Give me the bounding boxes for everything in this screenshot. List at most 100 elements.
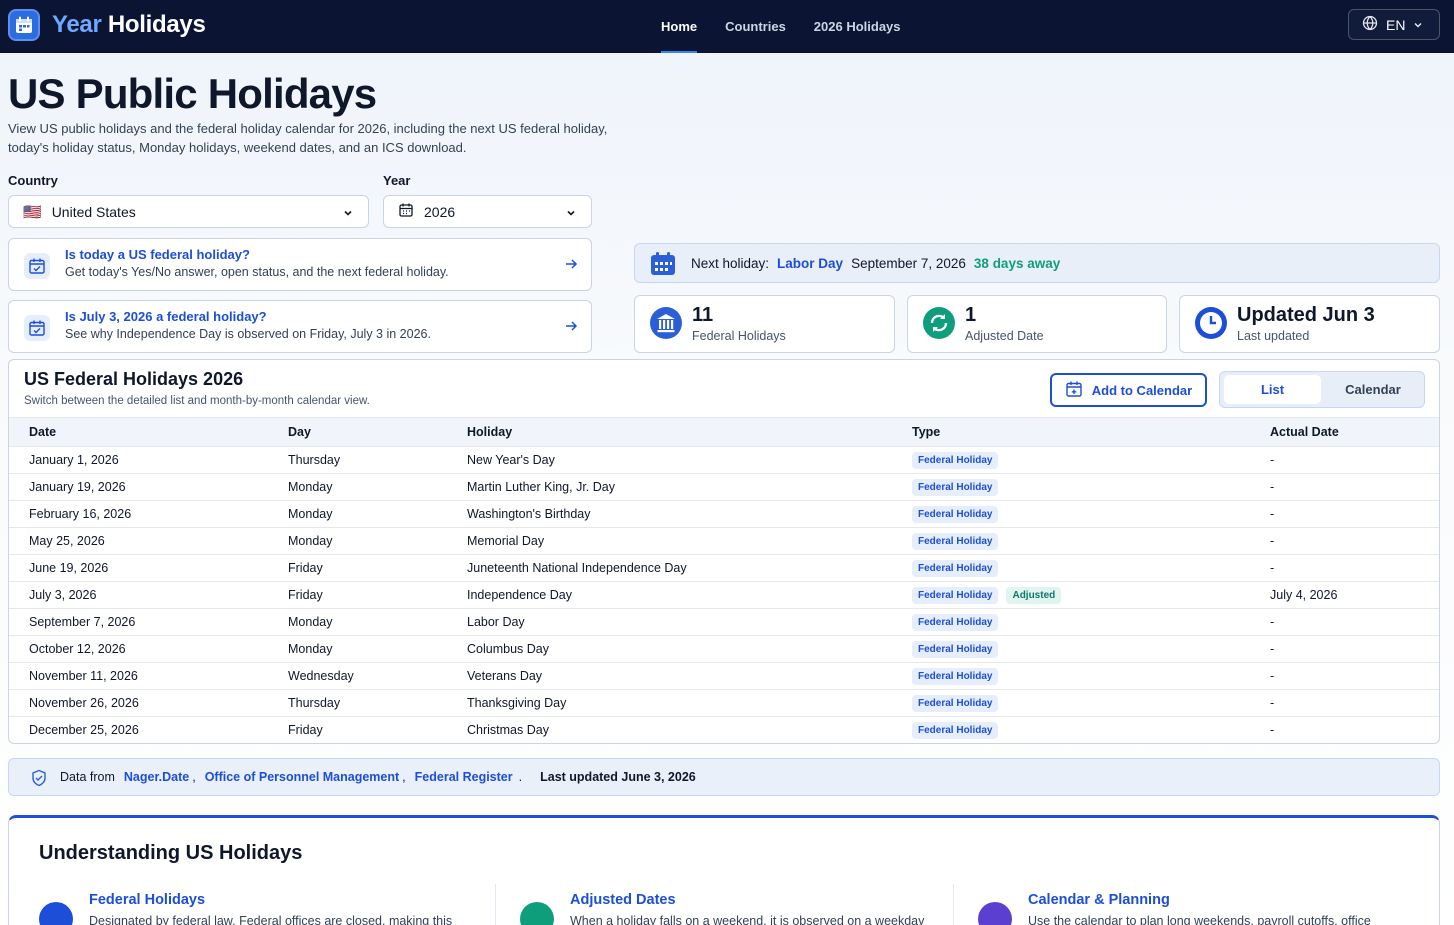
nav-link-countries[interactable]: Countries bbox=[711, 0, 800, 53]
table-row: May 25, 2026 Monday Memorial Day Federal Ho… bbox=[9, 527, 1439, 555]
column-divider bbox=[953, 884, 954, 925]
globe-icon bbox=[1362, 15, 1378, 34]
cell-holiday: Martin Luther King, Jr. Day bbox=[447, 473, 892, 501]
source-link-federal-register[interactable]: Federal Register bbox=[415, 770, 513, 784]
nav-links: Home Countries 2026 Holidays bbox=[647, 0, 915, 53]
cell-actual-date: - bbox=[1250, 473, 1439, 501]
cell-day: Friday bbox=[268, 554, 447, 582]
type-badge: Federal Holiday bbox=[912, 640, 999, 658]
cell-holiday: Juneteenth National Independence Day bbox=[447, 554, 892, 582]
holidays-table-panel: US Federal Holidays 2026 Switch between … bbox=[8, 359, 1440, 744]
refresh-icon bbox=[520, 902, 554, 925]
brand-name[interactable]: Year Holidays bbox=[52, 11, 206, 39]
cell-date: June 19, 2026 bbox=[9, 554, 268, 582]
cell-type: Federal Holiday bbox=[892, 635, 1250, 663]
page-description: View US public holidays and the federal … bbox=[8, 121, 608, 155]
country-value: United States bbox=[51, 203, 136, 220]
type-badge: Federal Holiday bbox=[912, 478, 999, 496]
cell-holiday: Christmas Day bbox=[467, 723, 549, 738]
type-badge: Federal Holiday bbox=[912, 721, 999, 739]
page-title: US Public Holidays bbox=[8, 70, 377, 117]
cell-type: Federal Holiday bbox=[892, 527, 1250, 555]
column-header-date[interactable]: Date bbox=[9, 417, 268, 447]
separator: , bbox=[192, 770, 196, 784]
type-badge: Federal Holiday bbox=[912, 613, 999, 631]
brand-accent: Year bbox=[52, 11, 102, 38]
cell-day: Thursday bbox=[268, 446, 447, 474]
question-title: Is today a US federal holiday? bbox=[65, 247, 250, 262]
understanding-item-title[interactable]: Calendar & Planning bbox=[1028, 892, 1170, 908]
understanding-item-text: Use the calendar to plan long weekends, … bbox=[1028, 914, 1371, 925]
stat-value: Updated Jun 3 bbox=[1237, 304, 1375, 326]
brand-rest: Holidays bbox=[101, 11, 206, 38]
add-to-calendar-button[interactable]: Add to Calendar bbox=[1050, 373, 1207, 407]
year-select[interactable]: 2026 bbox=[383, 195, 592, 228]
stat-last-updated: Updated Jun 3 Last updated bbox=[1179, 295, 1440, 353]
question-subtitle: See why Independence Day is observed on … bbox=[65, 327, 431, 341]
cell-actual-date: - bbox=[1250, 662, 1439, 690]
table-header-row: Date Day Holiday Type Actual Date bbox=[9, 417, 1439, 447]
clock-icon bbox=[1195, 307, 1227, 339]
table-row: November 26, 2026 Thursday Thanksgiving Da… bbox=[9, 689, 1439, 717]
understanding-section: Understanding US Holidays Federal Holida… bbox=[8, 815, 1440, 925]
sources-updated: Last updated June 3, 2026 bbox=[540, 770, 696, 784]
question-card-july-3[interactable]: Is July 3, 2026 a federal holiday? See w… bbox=[8, 300, 592, 353]
source-link-opm[interactable]: Office of Personnel Management bbox=[205, 770, 399, 784]
cell-date: May 25, 2026 bbox=[9, 527, 268, 555]
language-label: EN bbox=[1386, 16, 1406, 33]
cell-type: Federal Holiday Adjusted bbox=[892, 581, 1250, 609]
view-calendar-button[interactable]: Calendar bbox=[1324, 375, 1422, 404]
cell-type: Federal Holiday bbox=[892, 662, 1250, 690]
stat-adjusted-date: 1 Adjusted Date bbox=[907, 295, 1167, 353]
sources-prefix: Data from bbox=[60, 770, 115, 784]
refresh-icon bbox=[923, 307, 955, 339]
column-header-holiday[interactable]: Holiday bbox=[447, 417, 892, 447]
next-holiday-date: September 7, 2026 bbox=[851, 255, 966, 271]
question-subtitle: Get today's Yes/No answer, open status, … bbox=[65, 265, 449, 279]
cell-type: Federal Holiday bbox=[892, 446, 1250, 474]
next-holiday-countdown: 38 days away bbox=[973, 255, 1061, 271]
view-toggle: List Calendar bbox=[1219, 371, 1425, 408]
table-row: January 19, 2026 Monday Martin Luther King… bbox=[9, 473, 1439, 501]
next-holiday-bar: Next holiday: Labor Day September 7, 202… bbox=[634, 243, 1440, 283]
stat-label: Adjusted Date bbox=[965, 329, 1044, 343]
cell-date: September 7, 2026 bbox=[9, 608, 268, 636]
calendar-icon bbox=[398, 202, 414, 221]
language-selector[interactable]: EN bbox=[1348, 9, 1440, 40]
table-row: January 1, 2026 Thursday New Year's Day Fed… bbox=[9, 446, 1439, 474]
building-icon bbox=[39, 902, 73, 925]
calendar-plus-icon bbox=[1065, 380, 1083, 401]
understanding-item-title[interactable]: Federal Holidays bbox=[89, 892, 205, 908]
column-header-actual-date[interactable]: Actual Date bbox=[1250, 417, 1439, 447]
cell-actual-date: - bbox=[1250, 554, 1439, 582]
source-link-nager[interactable]: Nager.Date bbox=[124, 770, 189, 784]
calendar-check-icon bbox=[24, 315, 50, 341]
next-holiday-label: Next holiday: bbox=[691, 255, 770, 271]
table-row: December 25, 2026 Friday Christmas Day Fede… bbox=[9, 717, 1439, 744]
separator: . bbox=[518, 770, 523, 784]
cell-day: Friday bbox=[288, 723, 323, 738]
nav-link-2026-holidays[interactable]: 2026 Holidays bbox=[800, 0, 915, 53]
cell-type: Federal Holiday bbox=[892, 500, 1250, 528]
stat-value: 1 bbox=[965, 304, 977, 326]
column-header-day[interactable]: Day bbox=[268, 417, 447, 447]
column-header-type[interactable]: Type bbox=[892, 417, 1250, 447]
cell-actual-date: - bbox=[1250, 689, 1439, 717]
country-select[interactable]: 🇺🇸 United States bbox=[8, 195, 369, 228]
calendar-logo-icon[interactable] bbox=[8, 9, 40, 41]
next-holiday-name[interactable]: Labor Day bbox=[777, 256, 843, 271]
cell-day: Monday bbox=[268, 635, 447, 663]
cell-actual-date: - bbox=[1250, 635, 1439, 663]
nav-link-home[interactable]: Home bbox=[647, 0, 711, 53]
cell-holiday: Labor Day bbox=[447, 608, 892, 636]
cell-date: October 12, 2026 bbox=[9, 635, 268, 663]
cell-holiday: Memorial Day bbox=[447, 527, 892, 555]
stat-federal-holidays: 11 Federal Holidays bbox=[634, 295, 895, 353]
understanding-item-title[interactable]: Adjusted Dates bbox=[570, 892, 676, 908]
view-list-button[interactable]: List bbox=[1224, 375, 1321, 404]
question-title: Is July 3, 2026 a federal holiday? bbox=[65, 309, 267, 324]
question-card-today[interactable]: Is today a US federal holiday? Get today… bbox=[8, 238, 592, 291]
cell-day: Monday bbox=[268, 500, 447, 528]
arrow-right-icon bbox=[564, 319, 578, 338]
cell-actual-date: - bbox=[1270, 723, 1275, 738]
